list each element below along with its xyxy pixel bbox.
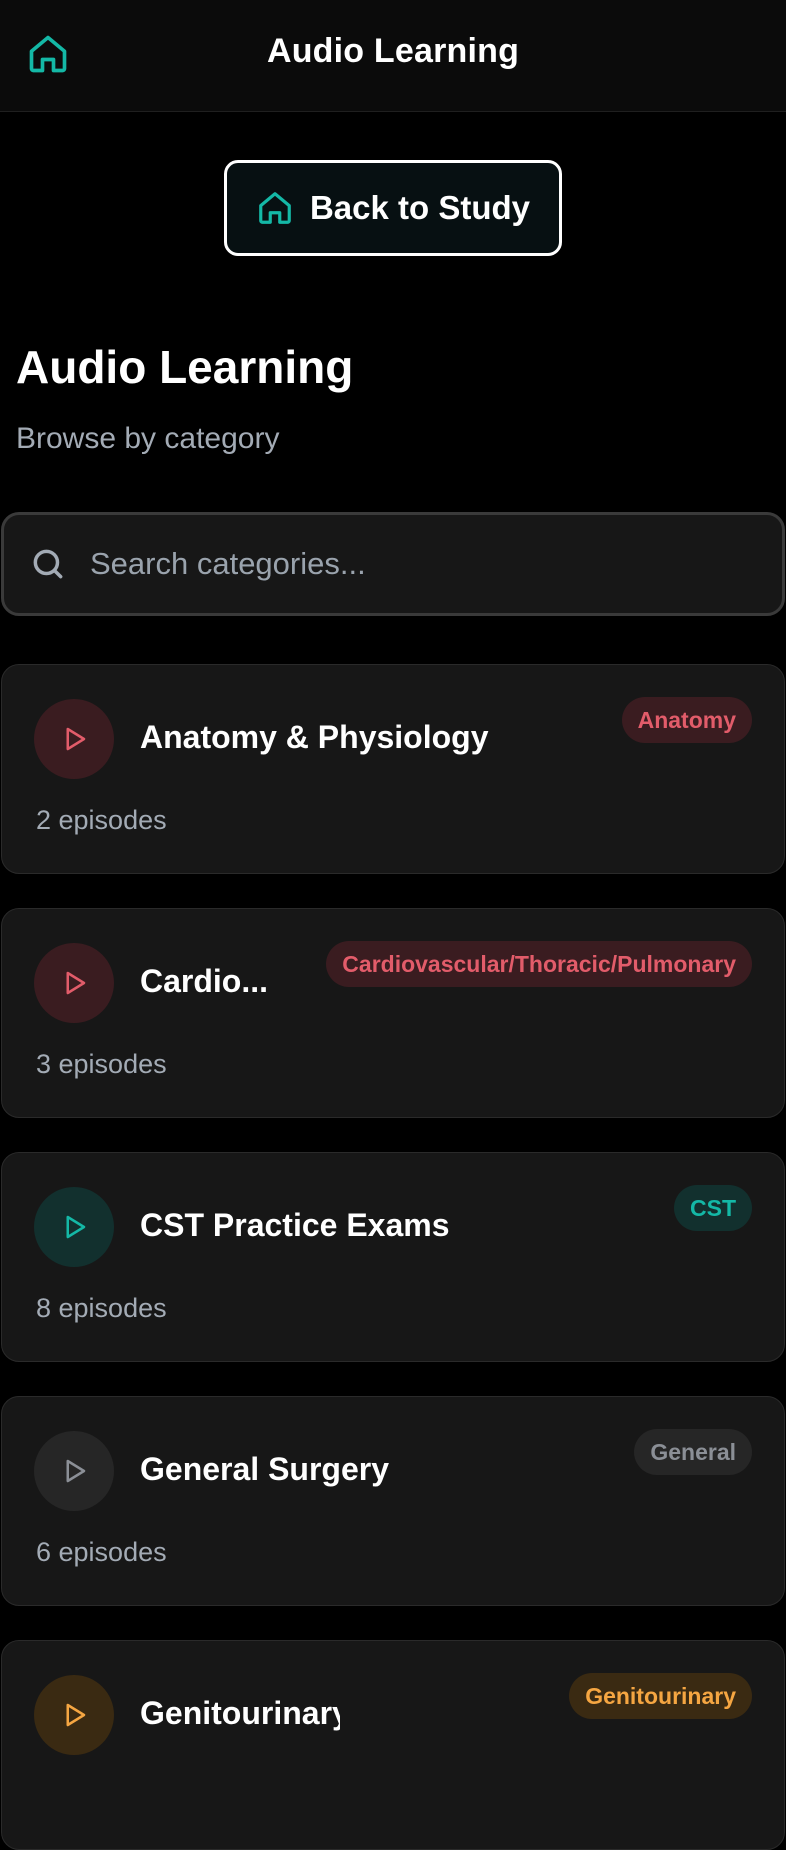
back-to-study-label: Back to Study — [309, 189, 531, 226]
category-name: Genitourinary — [140, 1695, 340, 1731]
episode-count: 6 episodes — [36, 1537, 167, 1567]
play-icon — [66, 971, 86, 995]
search-input[interactable] — [88, 533, 782, 595]
category-badge: General — [634, 1429, 752, 1475]
play-button[interactable] — [34, 943, 114, 1023]
category-card[interactable]: Cardio... Cardiovascular/Thoracic/Pulmon… — [1, 908, 785, 1118]
page-title: Audio Learning — [16, 341, 354, 393]
category-card[interactable]: Anatomy & Physiology Anatomy 2 episodes — [1, 664, 785, 874]
episode-count: 2 episodes — [36, 805, 167, 835]
play-button[interactable] — [34, 1675, 114, 1755]
category-badge: Cardiovascular/Thoracic/Pulmonary — [326, 941, 752, 987]
episode-count: 3 episodes — [36, 1049, 167, 1079]
play-icon — [66, 727, 86, 751]
category-card[interactable]: Genitourinary Genitourinary — [1, 1640, 785, 1850]
play-icon — [66, 1215, 86, 1239]
play-button[interactable] — [34, 1187, 114, 1267]
category-name: Anatomy & Physiology — [140, 719, 489, 755]
category-name: CST Practice Exams — [140, 1207, 450, 1243]
category-card[interactable]: General Surgery General 6 episodes — [1, 1396, 785, 1606]
category-card[interactable]: CST Practice Exams CST 8 episodes — [1, 1152, 785, 1362]
play-icon — [66, 1459, 86, 1483]
header-title: Audio Learning — [266, 32, 520, 70]
category-name: General Surgery — [140, 1451, 389, 1487]
top-bar: Audio Learning — [0, 0, 786, 112]
category-name: Cardio... — [140, 963, 269, 999]
search-icon — [26, 542, 70, 586]
page-subtitle: Browse by category — [16, 422, 280, 455]
play-icon — [66, 1703, 86, 1727]
search-bar[interactable] — [1, 512, 785, 616]
play-button[interactable] — [34, 699, 114, 779]
home-icon — [256, 189, 294, 227]
category-badge: CST — [674, 1185, 752, 1231]
play-button[interactable] — [34, 1431, 114, 1511]
category-badge: Anatomy — [621, 697, 752, 743]
episode-count: 8 episodes — [36, 1293, 167, 1323]
category-badge: Genitourinary — [569, 1673, 752, 1719]
back-to-study-button[interactable]: Back to Study — [224, 160, 562, 256]
